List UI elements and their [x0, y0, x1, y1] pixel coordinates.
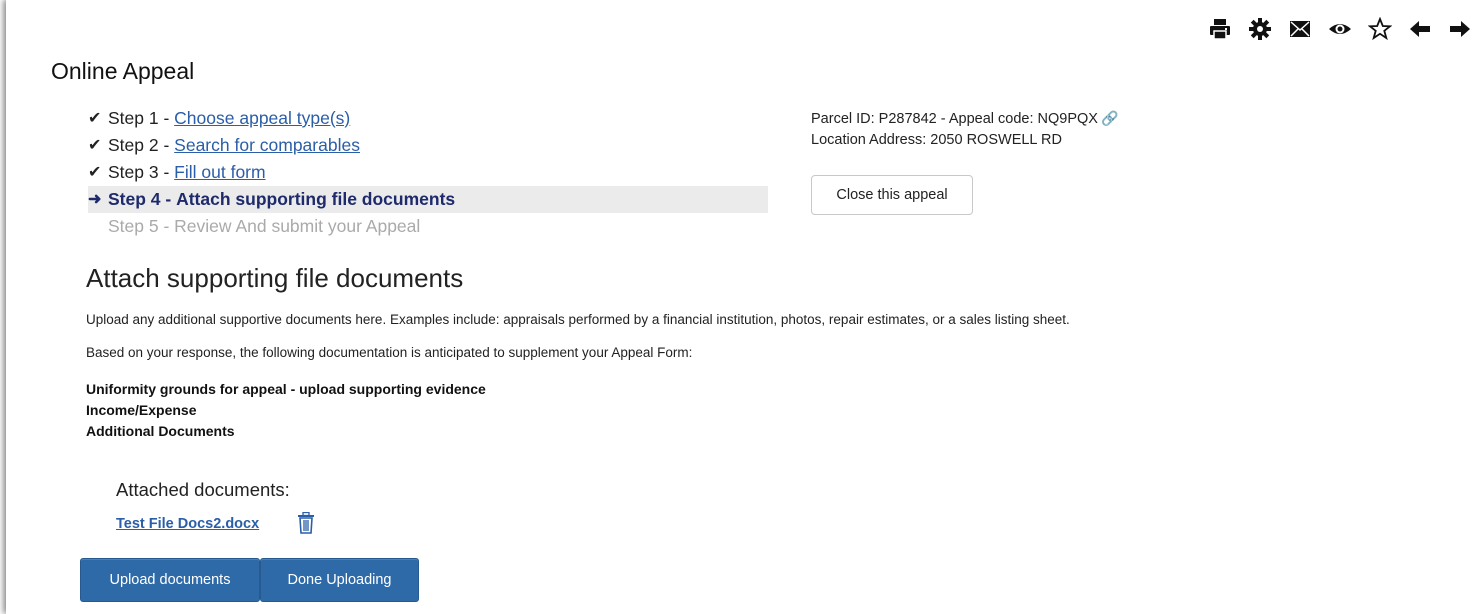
parcel-info: Parcel ID: P287842 - Appeal code: NQ9PQX…: [811, 108, 1118, 151]
eye-icon[interactable]: [1325, 14, 1355, 44]
parcel-id: Parcel ID: P287842 - Appeal code: NQ9PQX: [811, 111, 1098, 127]
location-address: Location Address: 2050 ROSWELL RD: [811, 132, 1062, 148]
gear-icon[interactable]: [1245, 14, 1275, 44]
arrow-left-icon[interactable]: [1405, 14, 1435, 44]
upload-documents-button[interactable]: Upload documents: [80, 558, 260, 602]
link-icon[interactable]: 🔗: [1101, 110, 1118, 126]
star-icon[interactable]: [1365, 14, 1395, 44]
document-item: Additional Documents: [86, 423, 235, 439]
check-icon: ✔: [88, 110, 102, 127]
section-title: Attach supporting file documents: [86, 263, 464, 293]
step-prefix: Step 2 -: [108, 135, 170, 155]
mail-icon[interactable]: [1285, 14, 1315, 44]
step-prefix: Step 5 -: [108, 216, 170, 236]
step-4-label: Attach supporting file documents: [176, 189, 456, 209]
step-4-current: ➜ Step 4 - Attach supporting file docume…: [88, 186, 768, 213]
attached-file-link[interactable]: Test File Docs2.docx: [116, 516, 259, 532]
step-prefix: Step 3 -: [108, 162, 170, 182]
arrow-right-icon[interactable]: [1445, 14, 1475, 44]
print-icon[interactable]: [1205, 14, 1235, 44]
step-3-link[interactable]: Fill out form: [174, 159, 265, 186]
step-5-label: Review And submit your Appeal: [174, 216, 421, 236]
upload-instructions: Upload any additional supportive documen…: [86, 312, 1070, 327]
step-list: ✔ Step 1 - Choose appeal type(s) ✔ Step …: [88, 105, 768, 240]
step-2-link[interactable]: Search for comparables: [174, 132, 360, 159]
anticipated-docs-intro: Based on your response, the following do…: [86, 345, 693, 360]
close-appeal-button[interactable]: Close this appeal: [811, 175, 973, 215]
app-frame: Online Appeal ✔ Step 1 - Choose appeal t…: [6, 0, 1481, 614]
step-1: ✔ Step 1 - Choose appeal type(s): [88, 105, 768, 132]
step-prefix: Step 1 -: [108, 108, 170, 128]
done-uploading-button[interactable]: Done Uploading: [260, 558, 419, 602]
document-item: Income/Expense: [86, 402, 197, 418]
attached-documents-label: Attached documents:: [116, 479, 290, 500]
step-2: ✔ Step 2 - Search for comparables: [88, 132, 768, 159]
check-icon: ✔: [88, 137, 102, 154]
check-icon: ✔: [88, 164, 102, 181]
step-3: ✔ Step 3 - Fill out form: [88, 159, 768, 186]
step-5: Step 5 - Review And submit your Appeal: [88, 213, 768, 240]
anticipated-documents: Uniformity grounds for appeal - upload s…: [86, 379, 486, 442]
step-1-link[interactable]: Choose appeal type(s): [174, 105, 350, 132]
trash-icon[interactable]: [297, 511, 315, 539]
document-item: Uniformity grounds for appeal - upload s…: [86, 381, 486, 397]
page-title: Online Appeal: [51, 58, 195, 84]
step-prefix: Step 4 -: [108, 189, 172, 209]
arrow-right-icon: ➜: [88, 191, 102, 208]
toolbar: [1205, 14, 1475, 44]
